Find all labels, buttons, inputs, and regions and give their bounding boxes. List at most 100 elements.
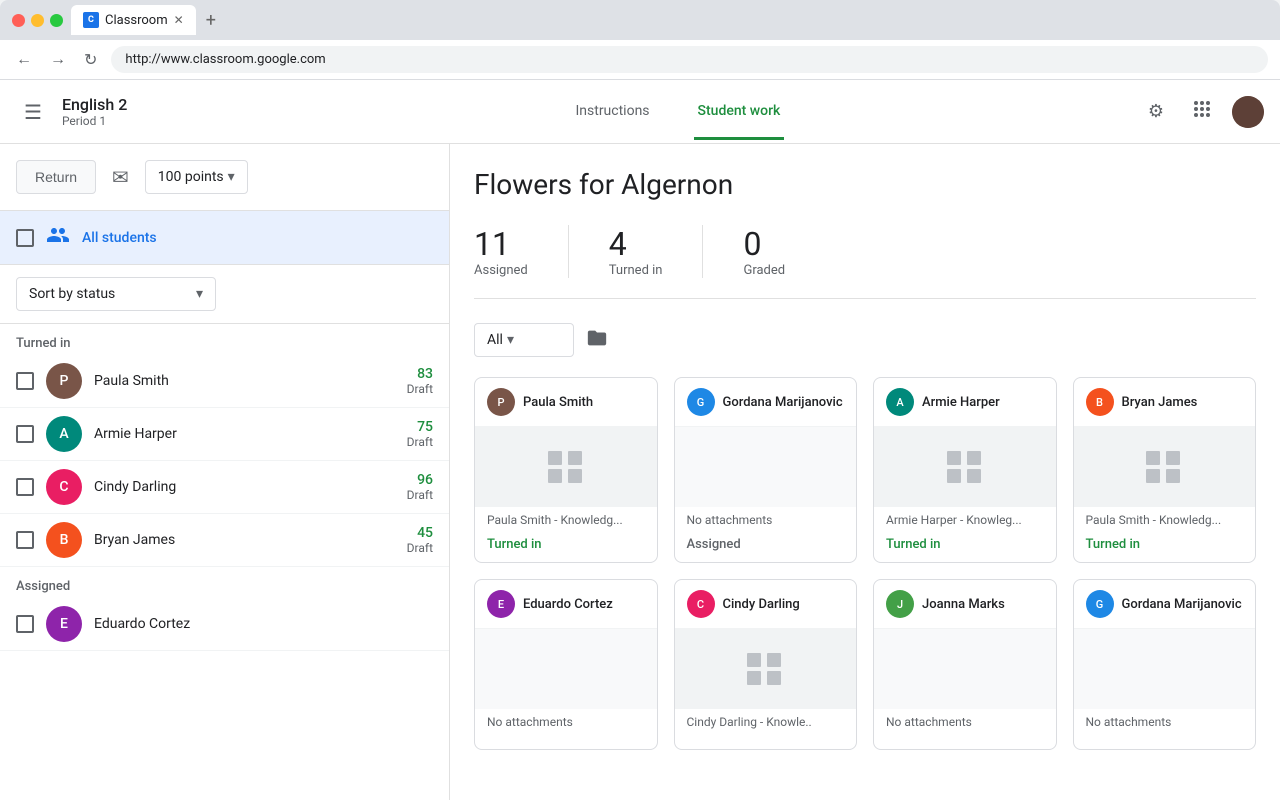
card-thumbnail bbox=[475, 629, 657, 709]
student-card[interactable]: P Paula Smith Paula Smith - Knowledg... … bbox=[474, 377, 658, 563]
avatar: A bbox=[46, 416, 82, 452]
student-row[interactable]: P Paula Smith 83 Draft bbox=[0, 355, 449, 408]
apps-button[interactable] bbox=[1184, 91, 1220, 132]
card-header: A Armie Harper bbox=[874, 378, 1056, 427]
assignment-title: Flowers for Algernon bbox=[474, 168, 1256, 201]
minimize-dot[interactable] bbox=[31, 14, 44, 27]
card-thumbnail bbox=[675, 427, 857, 507]
student-card[interactable]: B Bryan James Paula Smith - Knowledg... … bbox=[1073, 377, 1257, 563]
settings-button[interactable]: ⚙ bbox=[1140, 93, 1172, 130]
address-bar[interactable]: http://www.classroom.google.com bbox=[111, 46, 1268, 73]
student-card[interactable]: J Joanna Marks No attachments bbox=[873, 579, 1057, 750]
student-grade: 75 Draft bbox=[407, 419, 433, 449]
student-row[interactable]: C Cindy Darling 96 Draft bbox=[0, 461, 449, 514]
student-name: Eduardo Cortez bbox=[94, 616, 421, 632]
reload-button[interactable]: ↻ bbox=[80, 46, 101, 74]
student-checkbox[interactable] bbox=[16, 372, 34, 390]
all-students-row[interactable]: All students bbox=[0, 211, 449, 265]
maximize-dot[interactable] bbox=[50, 14, 63, 27]
card-status bbox=[675, 735, 857, 749]
return-button[interactable]: Return bbox=[16, 160, 96, 194]
student-card[interactable]: C Cindy Darling Cindy Darling - Knowle.. bbox=[674, 579, 858, 750]
content-area: Flowers for Algernon 11 Assigned 4 Turne… bbox=[450, 144, 1280, 800]
app-title: English 2 bbox=[62, 95, 127, 114]
card-avatar: G bbox=[687, 388, 715, 416]
avatar: B bbox=[46, 522, 82, 558]
card-filename: Paula Smith - Knowledg... bbox=[1074, 507, 1256, 533]
student-grade: 45 Draft bbox=[407, 525, 433, 555]
students-group-icon bbox=[46, 223, 70, 252]
tab-close-icon[interactable]: ✕ bbox=[174, 13, 184, 27]
card-student-name: Gordana Marijanovic bbox=[1122, 597, 1242, 612]
sort-dropdown[interactable]: Sort by status bbox=[16, 277, 216, 311]
card-status: Assigned bbox=[675, 533, 857, 562]
sort-label: Sort by status bbox=[29, 286, 115, 302]
new-tab-button[interactable]: + bbox=[202, 10, 220, 31]
browser-nav: ← → ↻ http://www.classroom.google.com bbox=[0, 40, 1280, 80]
student-checkbox[interactable] bbox=[16, 425, 34, 443]
cards-grid: P Paula Smith Paula Smith - Knowledg... … bbox=[474, 377, 1256, 750]
student-card[interactable]: G Gordana Marijanovic No attachments Ass… bbox=[674, 377, 858, 563]
classroom-favicon: C bbox=[83, 12, 99, 28]
folder-icon[interactable] bbox=[586, 327, 608, 354]
browser-dots bbox=[12, 14, 63, 27]
card-thumbnail bbox=[874, 427, 1056, 507]
card-student-name: Eduardo Cortez bbox=[523, 597, 613, 612]
student-checkbox[interactable] bbox=[16, 615, 34, 633]
card-avatar: G bbox=[1086, 590, 1114, 618]
forward-button[interactable]: → bbox=[46, 47, 70, 73]
classroom-tab[interactable]: C Classroom ✕ bbox=[71, 5, 196, 35]
close-dot[interactable] bbox=[12, 14, 25, 27]
card-status: Turned in bbox=[475, 533, 657, 562]
sort-chevron-icon bbox=[196, 286, 203, 302]
card-header: J Joanna Marks bbox=[874, 580, 1056, 629]
all-students-checkbox[interactable] bbox=[16, 229, 34, 247]
filter-dropdown[interactable]: All bbox=[474, 323, 574, 357]
card-header: G Gordana Marijanovic bbox=[675, 378, 857, 427]
stat-assigned-label: Assigned bbox=[474, 263, 528, 278]
card-avatar: E bbox=[487, 590, 515, 618]
header-tabs: Instructions Student work bbox=[216, 93, 1140, 130]
student-name: Armie Harper bbox=[94, 426, 395, 442]
card-filename: No attachments bbox=[475, 709, 657, 735]
back-button[interactable]: ← bbox=[12, 47, 36, 73]
card-avatar: C bbox=[687, 590, 715, 618]
stat-assigned: 11 Assigned bbox=[474, 225, 569, 278]
student-card[interactable]: A Armie Harper Armie Harper - Knowleg...… bbox=[873, 377, 1057, 563]
stats-row: 11 Assigned 4 Turned in 0 Graded bbox=[474, 225, 1256, 299]
tab-title: Classroom bbox=[105, 13, 168, 28]
card-status: Turned in bbox=[874, 533, 1056, 562]
student-checkbox[interactable] bbox=[16, 478, 34, 496]
mail-icon[interactable]: ✉ bbox=[112, 165, 129, 189]
points-dropdown[interactable]: 100 points bbox=[145, 160, 248, 194]
student-row[interactable]: E Eduardo Cortez bbox=[0, 598, 449, 651]
student-card[interactable]: E Eduardo Cortez No attachments bbox=[474, 579, 658, 750]
student-row[interactable]: A Armie Harper 75 Draft bbox=[0, 408, 449, 461]
tab-instructions[interactable]: Instructions bbox=[571, 103, 653, 140]
sidebar-top: Return ✉ 100 points bbox=[0, 144, 449, 211]
header-left: ☰ English 2 Period 1 bbox=[16, 92, 216, 132]
avatar[interactable] bbox=[1232, 96, 1264, 128]
card-filename: Cindy Darling - Knowle.. bbox=[675, 709, 857, 735]
student-card[interactable]: G Gordana Marijanovic No attachments bbox=[1073, 579, 1257, 750]
browser-chrome: C Classroom ✕ + bbox=[0, 0, 1280, 40]
tab-student-work[interactable]: Student work bbox=[694, 103, 785, 140]
stat-turned-in-label: Turned in bbox=[609, 263, 663, 278]
stat-graded-label: Graded bbox=[743, 263, 785, 278]
card-student-name: Paula Smith bbox=[523, 395, 593, 410]
points-label: 100 points bbox=[158, 169, 224, 185]
all-students-label: All students bbox=[82, 230, 157, 246]
filter-selected: All bbox=[487, 332, 503, 348]
stat-graded: 0 Graded bbox=[743, 225, 825, 278]
student-row[interactable]: B Bryan James 45 Draft bbox=[0, 514, 449, 567]
student-checkbox[interactable] bbox=[16, 531, 34, 549]
sidebar: Return ✉ 100 points All students S bbox=[0, 144, 450, 800]
card-header: E Eduardo Cortez bbox=[475, 580, 657, 629]
stat-turned-in-number: 4 bbox=[609, 225, 663, 263]
tab-bar: C Classroom ✕ + bbox=[71, 5, 1268, 35]
assigned-section-label: Assigned bbox=[0, 567, 449, 598]
app-subtitle: Period 1 bbox=[62, 114, 127, 128]
card-thumbnail bbox=[874, 629, 1056, 709]
menu-button[interactable]: ☰ bbox=[16, 92, 50, 132]
card-thumbnail bbox=[475, 427, 657, 507]
